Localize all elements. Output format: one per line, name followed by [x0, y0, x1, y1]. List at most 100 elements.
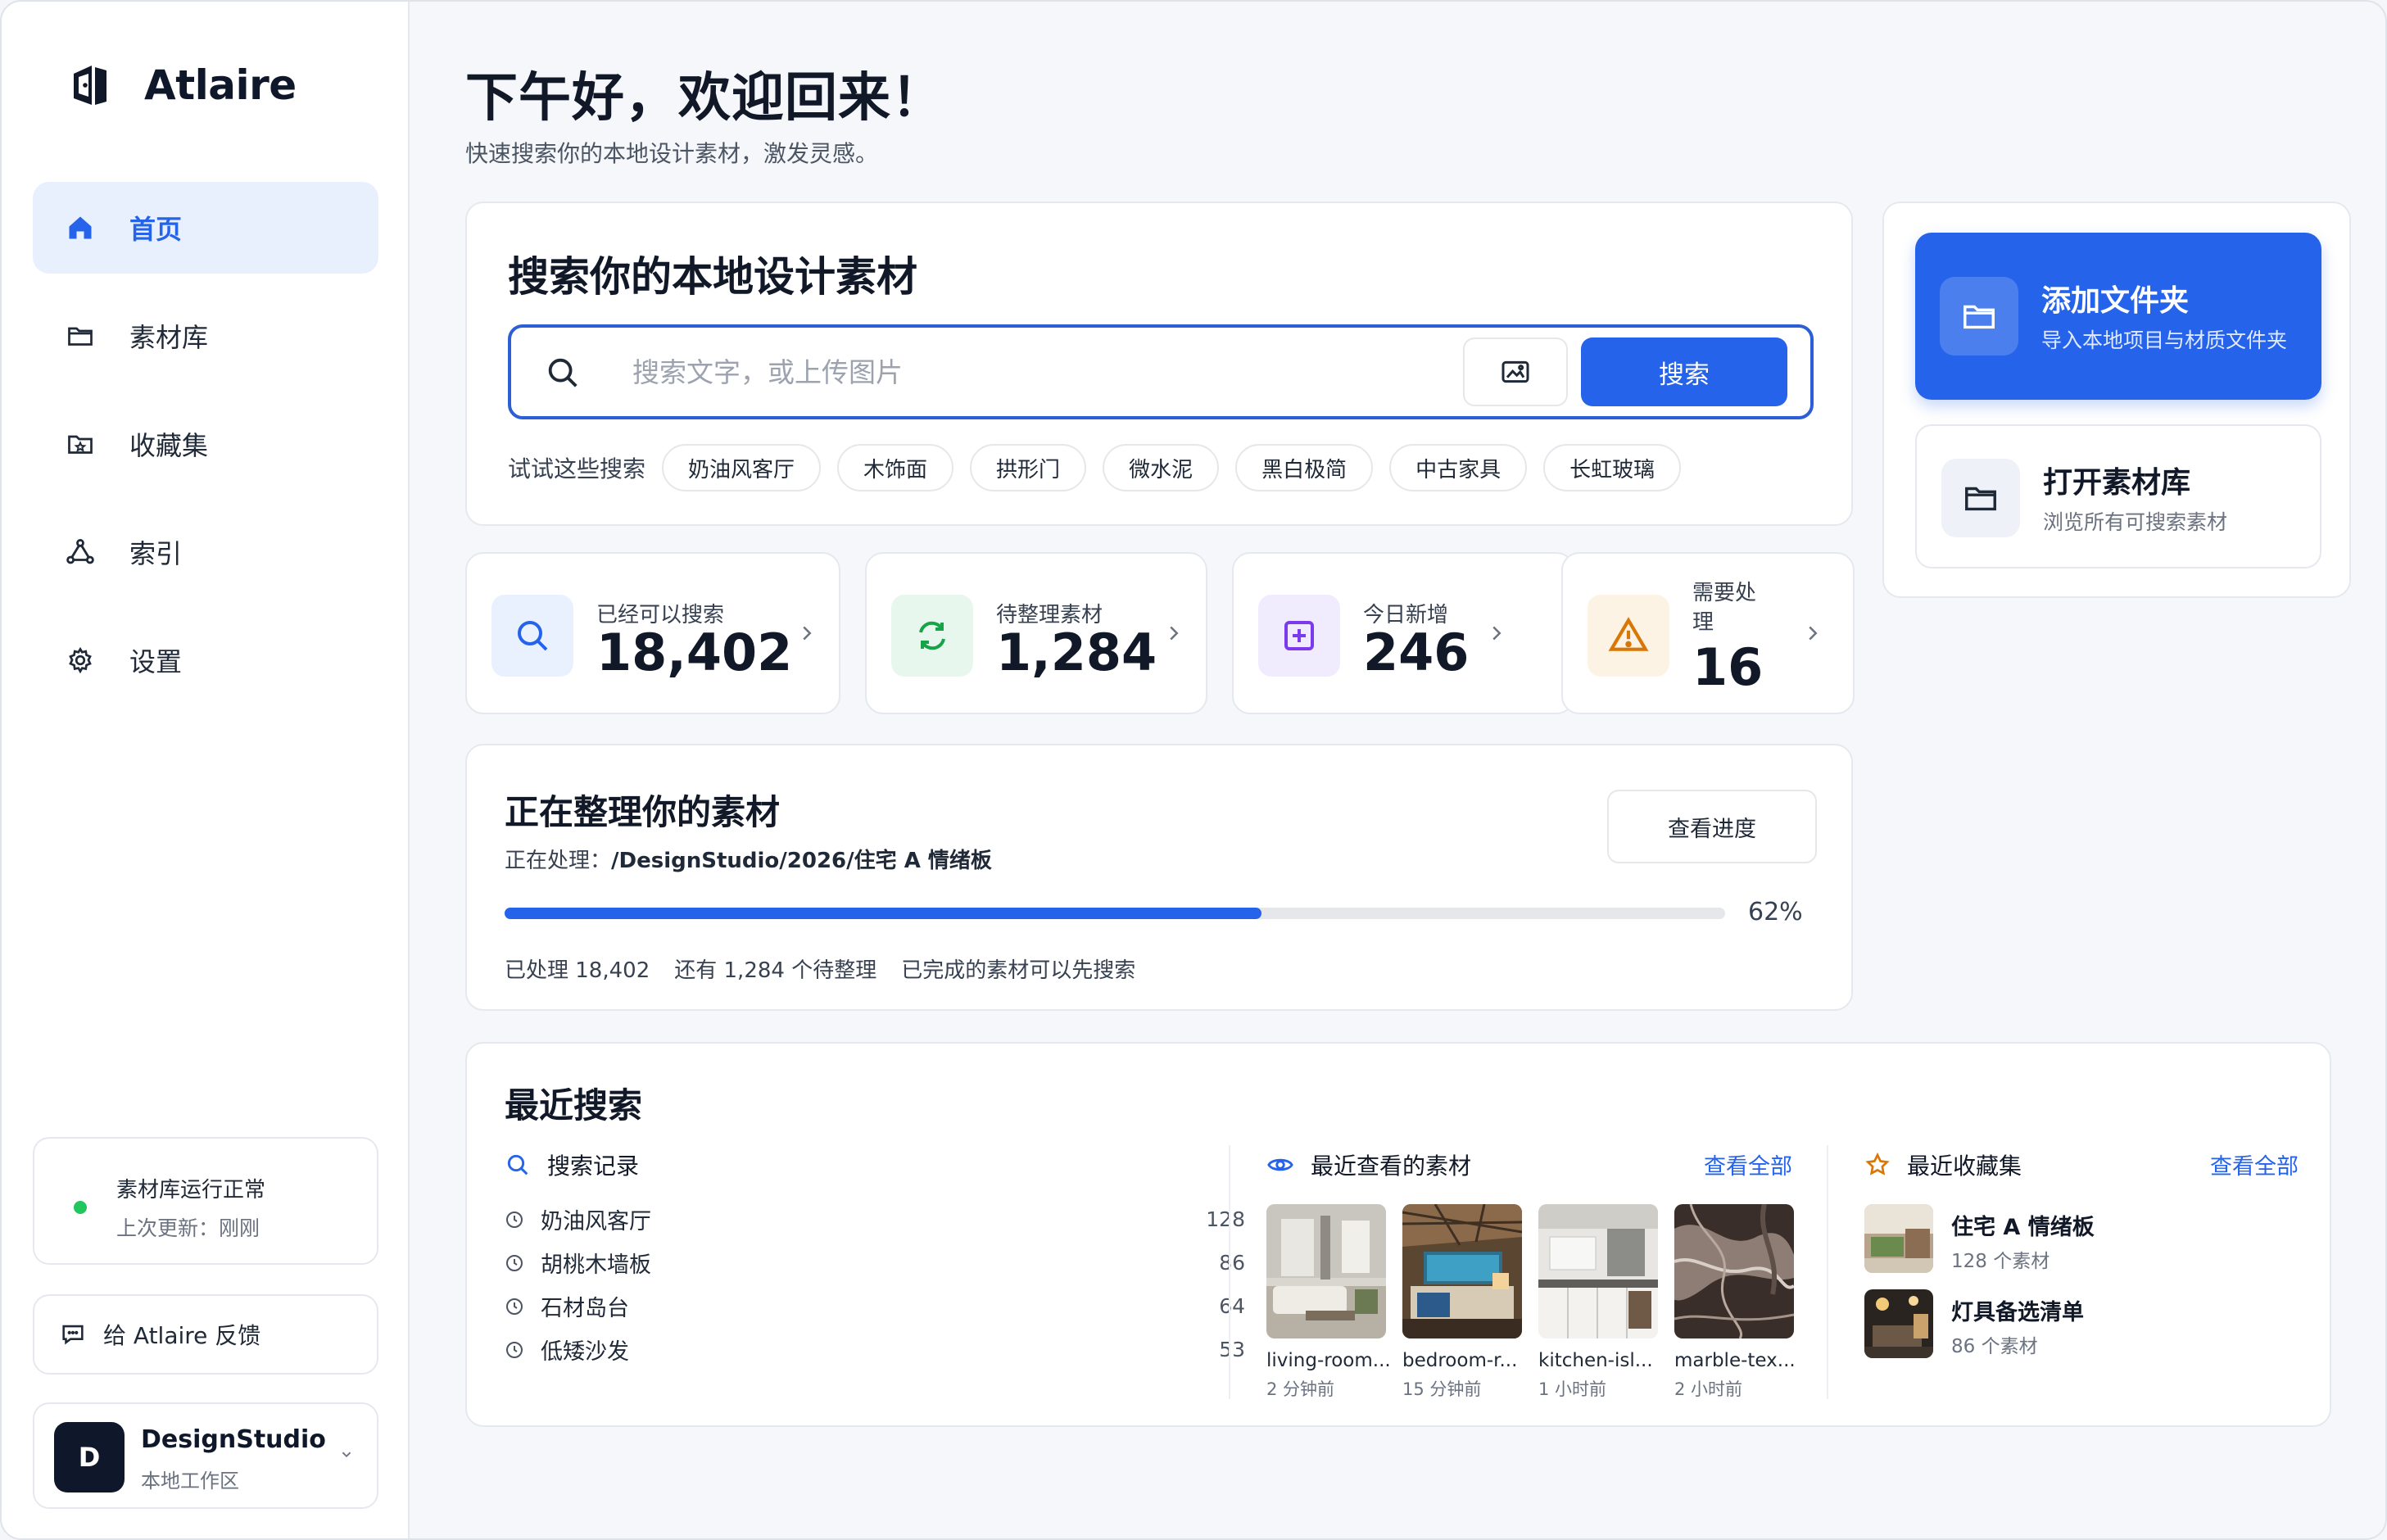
sidebar-nav: 首页 素材库 收藏集 索引 设置 — [33, 182, 378, 722]
collections-title: 最近收藏集 — [1907, 1153, 2022, 1180]
status-indicator — [74, 1201, 87, 1214]
index-icon — [62, 534, 98, 570]
history-query: 奶油风客厅 — [541, 1209, 651, 1234]
history-query: 石材岛台 — [541, 1296, 629, 1321]
collection-item[interactable]: 住宅 A 情绪板 128 个素材 — [1864, 1204, 2274, 1275]
sidebar-item-label: 素材库 — [129, 322, 209, 353]
folder-icon — [1940, 277, 2018, 356]
feedback-button[interactable]: 给 Atlaire 反馈 — [33, 1294, 378, 1375]
stat-card-searchable[interactable]: 已经可以搜索 18,402 — [465, 552, 840, 714]
viewed-see-all-link[interactable]: 查看全部 — [1704, 1148, 1792, 1180]
asset-thumbnail[interactable]: kitchen-isl... 1 小时前 — [1538, 1204, 1658, 1401]
viewed-title: 最近查看的素材 — [1311, 1153, 1472, 1180]
open-library-subtitle: 浏览所有可搜索素材 — [2043, 510, 2228, 534]
page-title: 下午好，欢迎回来！ — [465, 68, 944, 129]
stat-card-attention[interactable]: 需要处理 16 — [1561, 552, 1855, 714]
avatar: D — [54, 1422, 125, 1492]
asset-time: 2 小时前 — [1674, 1379, 1743, 1399]
app-name: Atlaire — [144, 61, 297, 109]
add-folder-title: 添加文件夹 — [2041, 284, 2190, 318]
recent-title: 最近搜索 — [505, 1085, 643, 1126]
suggestion-chip[interactable]: 拱形门 — [970, 444, 1087, 491]
suggestion-chip[interactable]: 黑白极简 — [1235, 444, 1374, 491]
search-input[interactable] — [632, 349, 1452, 395]
history-item[interactable]: 石材岛台 64 — [505, 1284, 1245, 1328]
asset-time: 2 分钟前 — [1266, 1379, 1335, 1399]
organizing-progress-card: 正在整理你的素材 正在处理：/DesignStudio/2026/住宅 A 情绪… — [465, 744, 1853, 1011]
progress-bar-fill — [505, 908, 1261, 919]
progress-bar — [505, 908, 1725, 919]
stat-card-today[interactable]: 今日新增 246 — [1232, 552, 1574, 714]
suggestion-chip[interactable]: 微水泥 — [1103, 444, 1220, 491]
history-item[interactable]: 胡桃木墙板 86 — [505, 1241, 1245, 1284]
suggestion-chip[interactable]: 奶油风客厅 — [662, 444, 822, 491]
history-query: 低矮沙发 — [541, 1339, 629, 1365]
collection-icon — [62, 426, 98, 462]
history-header: 搜索记录 — [505, 1148, 639, 1181]
sidebar-item-label: 索引 — [129, 538, 183, 569]
history-item[interactable]: 奶油风客厅 128 — [505, 1198, 1245, 1241]
eye-icon — [1266, 1151, 1294, 1179]
history-item[interactable]: 低矮沙发 53 — [505, 1328, 1245, 1371]
clock-icon — [505, 1253, 524, 1273]
refresh-icon — [891, 595, 973, 677]
atlaire-logo-icon — [74, 66, 106, 105]
sidebar-item-index[interactable]: 索引 — [33, 506, 378, 598]
progress-meta: 已处理 18,402 还有 1,284 个待整理 已完成的素材可以先搜索 — [505, 953, 1160, 984]
asset-thumbnail[interactable]: marble-tex... 2 小时前 — [1674, 1204, 1796, 1401]
home-icon — [62, 210, 98, 246]
sidebar-item-home[interactable]: 首页 — [33, 182, 378, 274]
open-library-button[interactable]: 打开素材库 浏览所有可搜索素材 — [1915, 424, 2321, 568]
sidebar-item-settings[interactable]: 设置 — [33, 614, 378, 706]
asset-thumbnail[interactable]: bedroom-r... 15 分钟前 — [1402, 1204, 1522, 1401]
gear-icon — [62, 642, 98, 678]
collection-item[interactable]: 灯具备选清单 86 个素材 — [1864, 1289, 2274, 1360]
search-icon — [548, 358, 578, 387]
search-icon — [505, 1152, 531, 1178]
image-upload-button[interactable] — [1463, 337, 1568, 406]
collection-name: 灯具备选清单 — [1951, 1300, 2084, 1325]
workspace-name: DesignStudio — [141, 1425, 326, 1454]
add-folder-button[interactable]: 添加文件夹 导入本地项目与材质文件夹 — [1915, 233, 2321, 400]
asset-thumbnail[interactable]: living-room... 2 分钟前 — [1266, 1204, 1391, 1401]
collections-header: 最近收藏集 — [1864, 1148, 2022, 1181]
status-title: 素材库运行正常 — [116, 1178, 266, 1203]
bedroom-image — [1402, 1204, 1522, 1338]
quick-actions: 添加文件夹 导入本地项目与材质文件夹 打开素材库 浏览所有可搜索素材 — [1882, 202, 2351, 598]
progress-percent: 62% — [1748, 898, 1803, 926]
suggestions-label: 试试这些搜索 — [508, 455, 646, 482]
sidebar-item-label: 设置 — [129, 646, 183, 677]
sidebar: Atlaire 首页 素材库 收藏集 索引 设置 素材库运行正常 上次更新：刚刚… — [2, 2, 410, 1538]
chevron-down-icon — [342, 1452, 351, 1458]
suggestion-chip[interactable]: 木饰面 — [837, 444, 954, 491]
asset-time: 1 小时前 — [1538, 1379, 1607, 1399]
stat-card-pending[interactable]: 待整理素材 1,284 — [865, 552, 1207, 714]
asset-name: bedroom-r... — [1402, 1350, 1518, 1371]
collection-cover-image — [1864, 1289, 1933, 1358]
clock-icon — [505, 1297, 524, 1316]
workspace-switcher[interactable]: D DesignStudio 本地工作区 — [33, 1402, 378, 1509]
sidebar-item-library[interactable]: 素材库 — [33, 290, 378, 382]
collection-name: 住宅 A 情绪板 — [1951, 1215, 2095, 1240]
warning-icon — [1588, 595, 1669, 677]
chevron-right-icon — [1809, 626, 1818, 641]
view-progress-button[interactable]: 查看进度 — [1607, 790, 1817, 863]
stat-value: 16 — [1692, 637, 1764, 697]
progress-path-label: 正在处理： — [505, 849, 612, 873]
folder-icon — [62, 318, 98, 354]
processed-count: 已处理 18,402 — [505, 958, 650, 983]
search-history-list: 奶油风客厅 128 胡桃木墙板 86 石材岛台 64 低矮沙发 53 — [505, 1198, 1245, 1371]
chevron-right-icon — [803, 626, 812, 641]
asset-name: kitchen-isl... — [1538, 1350, 1653, 1371]
marble-texture-image — [1674, 1204, 1794, 1338]
search-icon — [491, 595, 573, 677]
search-button[interactable]: 搜索 — [1581, 337, 1787, 406]
star-icon — [1864, 1152, 1891, 1178]
suggestion-chip[interactable]: 中古家具 — [1389, 444, 1528, 491]
suggestion-chip[interactable]: 长虹玻璃 — [1543, 444, 1682, 491]
collections-see-all-link[interactable]: 查看全部 — [2210, 1148, 2299, 1180]
brand[interactable]: Atlaire — [69, 61, 297, 110]
sidebar-item-collections[interactable]: 收藏集 — [33, 398, 378, 490]
open-library-title: 打开素材库 — [2043, 466, 2191, 500]
clock-icon — [505, 1210, 524, 1230]
